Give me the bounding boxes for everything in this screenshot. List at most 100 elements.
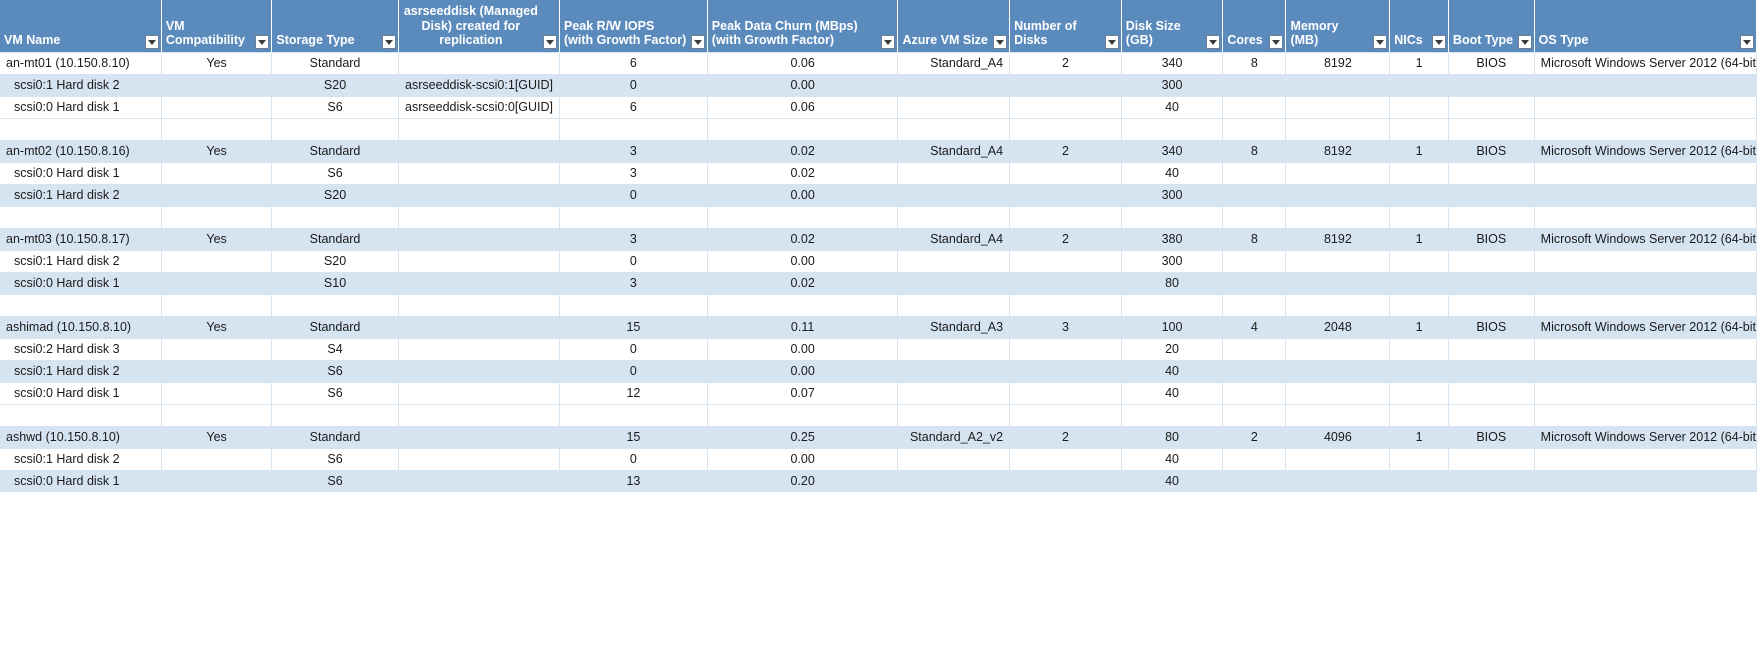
cell: 3 — [560, 140, 708, 162]
cell — [1223, 360, 1286, 382]
cell — [1223, 470, 1286, 492]
cell: 6 — [560, 52, 708, 74]
cell: 6 — [560, 96, 708, 118]
cell: Microsoft Windows Server 2012 (64-bit) — [1534, 228, 1756, 250]
col-header: Peak R/W IOPS (with Growth Factor) — [560, 0, 708, 52]
cell: 40 — [1121, 96, 1223, 118]
cell — [1534, 448, 1756, 470]
cell — [1534, 360, 1756, 382]
cell — [398, 426, 559, 448]
cell — [1448, 96, 1534, 118]
col-header-label: Memory (MB) — [1290, 19, 1385, 48]
cell: 8192 — [1286, 140, 1390, 162]
cell — [1534, 250, 1756, 272]
disk-row: scsi0:1 Hard disk 2S600.0040 — [0, 448, 1757, 470]
filter-dropdown-icon[interactable] — [255, 35, 269, 49]
cell — [1448, 448, 1534, 470]
cell — [398, 228, 559, 250]
filter-dropdown-icon[interactable] — [1432, 35, 1446, 49]
cell: 0.00 — [707, 448, 898, 470]
cell — [898, 162, 1010, 184]
vm-row: ashwd (10.150.8.10)YesStandard150.25Stan… — [0, 426, 1757, 448]
filter-dropdown-icon[interactable] — [1269, 35, 1283, 49]
cell: 0.06 — [707, 52, 898, 74]
cell: 340 — [1121, 52, 1223, 74]
filter-dropdown-icon[interactable] — [1373, 35, 1387, 49]
disk-row: scsi0:0 Hard disk 1S6asrseeddisk-scsi0:0… — [0, 96, 1757, 118]
cell: 0.00 — [707, 74, 898, 96]
cell — [1534, 338, 1756, 360]
cell — [1448, 360, 1534, 382]
col-header: Peak Data Churn (MBps) (with Growth Fact… — [707, 0, 898, 52]
col-header-label: asrseeddisk (Managed Disk) created for r… — [403, 4, 555, 47]
cell — [161, 184, 272, 206]
cell: 100 — [1121, 316, 1223, 338]
filter-dropdown-icon[interactable] — [145, 35, 159, 49]
cell: 380 — [1121, 228, 1223, 250]
filter-dropdown-icon[interactable] — [691, 35, 705, 49]
cell: 1 — [1390, 426, 1449, 448]
cell: 40 — [1121, 382, 1223, 404]
cell — [1010, 162, 1122, 184]
cell: 8192 — [1286, 228, 1390, 250]
cell: BIOS — [1448, 140, 1534, 162]
spacer-row — [0, 206, 1757, 228]
cell: Microsoft Windows Server 2012 (64-bit) — [1534, 426, 1756, 448]
cell — [1390, 184, 1449, 206]
col-header-label: Peak Data Churn (MBps) (with Growth Fact… — [712, 19, 894, 48]
cell — [1010, 470, 1122, 492]
cell — [161, 272, 272, 294]
cell — [1448, 470, 1534, 492]
cell — [898, 272, 1010, 294]
cell: 40 — [1121, 162, 1223, 184]
cell — [1010, 96, 1122, 118]
filter-dropdown-icon[interactable] — [1206, 35, 1220, 49]
filter-dropdown-icon[interactable] — [993, 35, 1007, 49]
cell — [1223, 96, 1286, 118]
spacer-row — [0, 294, 1757, 316]
cell — [1534, 96, 1756, 118]
cell: Standard — [272, 140, 398, 162]
cell — [1390, 382, 1449, 404]
cell — [161, 250, 272, 272]
cell: 300 — [1121, 74, 1223, 96]
vm-row: an-mt03 (10.150.8.17)YesStandard30.02Sta… — [0, 228, 1757, 250]
cell — [161, 338, 272, 360]
vm-sizing-table: VM NameVM CompatibilityStorage Typeasrse… — [0, 0, 1757, 492]
cell: 0 — [560, 74, 708, 96]
cell: 340 — [1121, 140, 1223, 162]
cell — [1223, 382, 1286, 404]
cell: ashimad (10.150.8.10) — [0, 316, 161, 338]
cell: Yes — [161, 140, 272, 162]
cell — [1286, 338, 1390, 360]
col-header-label: OS Type — [1539, 33, 1752, 47]
disk-row: scsi0:0 Hard disk 1S6120.0740 — [0, 382, 1757, 404]
filter-dropdown-icon[interactable] — [881, 35, 895, 49]
cell — [398, 52, 559, 74]
filter-dropdown-icon[interactable] — [1105, 35, 1119, 49]
filter-dropdown-icon[interactable] — [543, 35, 557, 49]
cell: 13 — [560, 470, 708, 492]
cell — [1010, 184, 1122, 206]
cell: 2 — [1010, 426, 1122, 448]
cell — [898, 470, 1010, 492]
vm-row: an-mt02 (10.150.8.16)YesStandard30.02Sta… — [0, 140, 1757, 162]
cell — [1286, 382, 1390, 404]
cell: scsi0:1 Hard disk 2 — [0, 448, 161, 470]
filter-dropdown-icon[interactable] — [1740, 35, 1754, 49]
cell: 80 — [1121, 426, 1223, 448]
cell: S6 — [272, 382, 398, 404]
cell: Standard — [272, 316, 398, 338]
cell — [1448, 382, 1534, 404]
cell — [1223, 448, 1286, 470]
cell — [161, 448, 272, 470]
filter-dropdown-icon[interactable] — [1518, 35, 1532, 49]
cell: 40 — [1121, 448, 1223, 470]
cell — [1223, 338, 1286, 360]
cell — [898, 360, 1010, 382]
cell: Yes — [161, 228, 272, 250]
filter-dropdown-icon[interactable] — [382, 35, 396, 49]
cell — [1448, 272, 1534, 294]
cell: Standard — [272, 52, 398, 74]
cell: 0.02 — [707, 140, 898, 162]
